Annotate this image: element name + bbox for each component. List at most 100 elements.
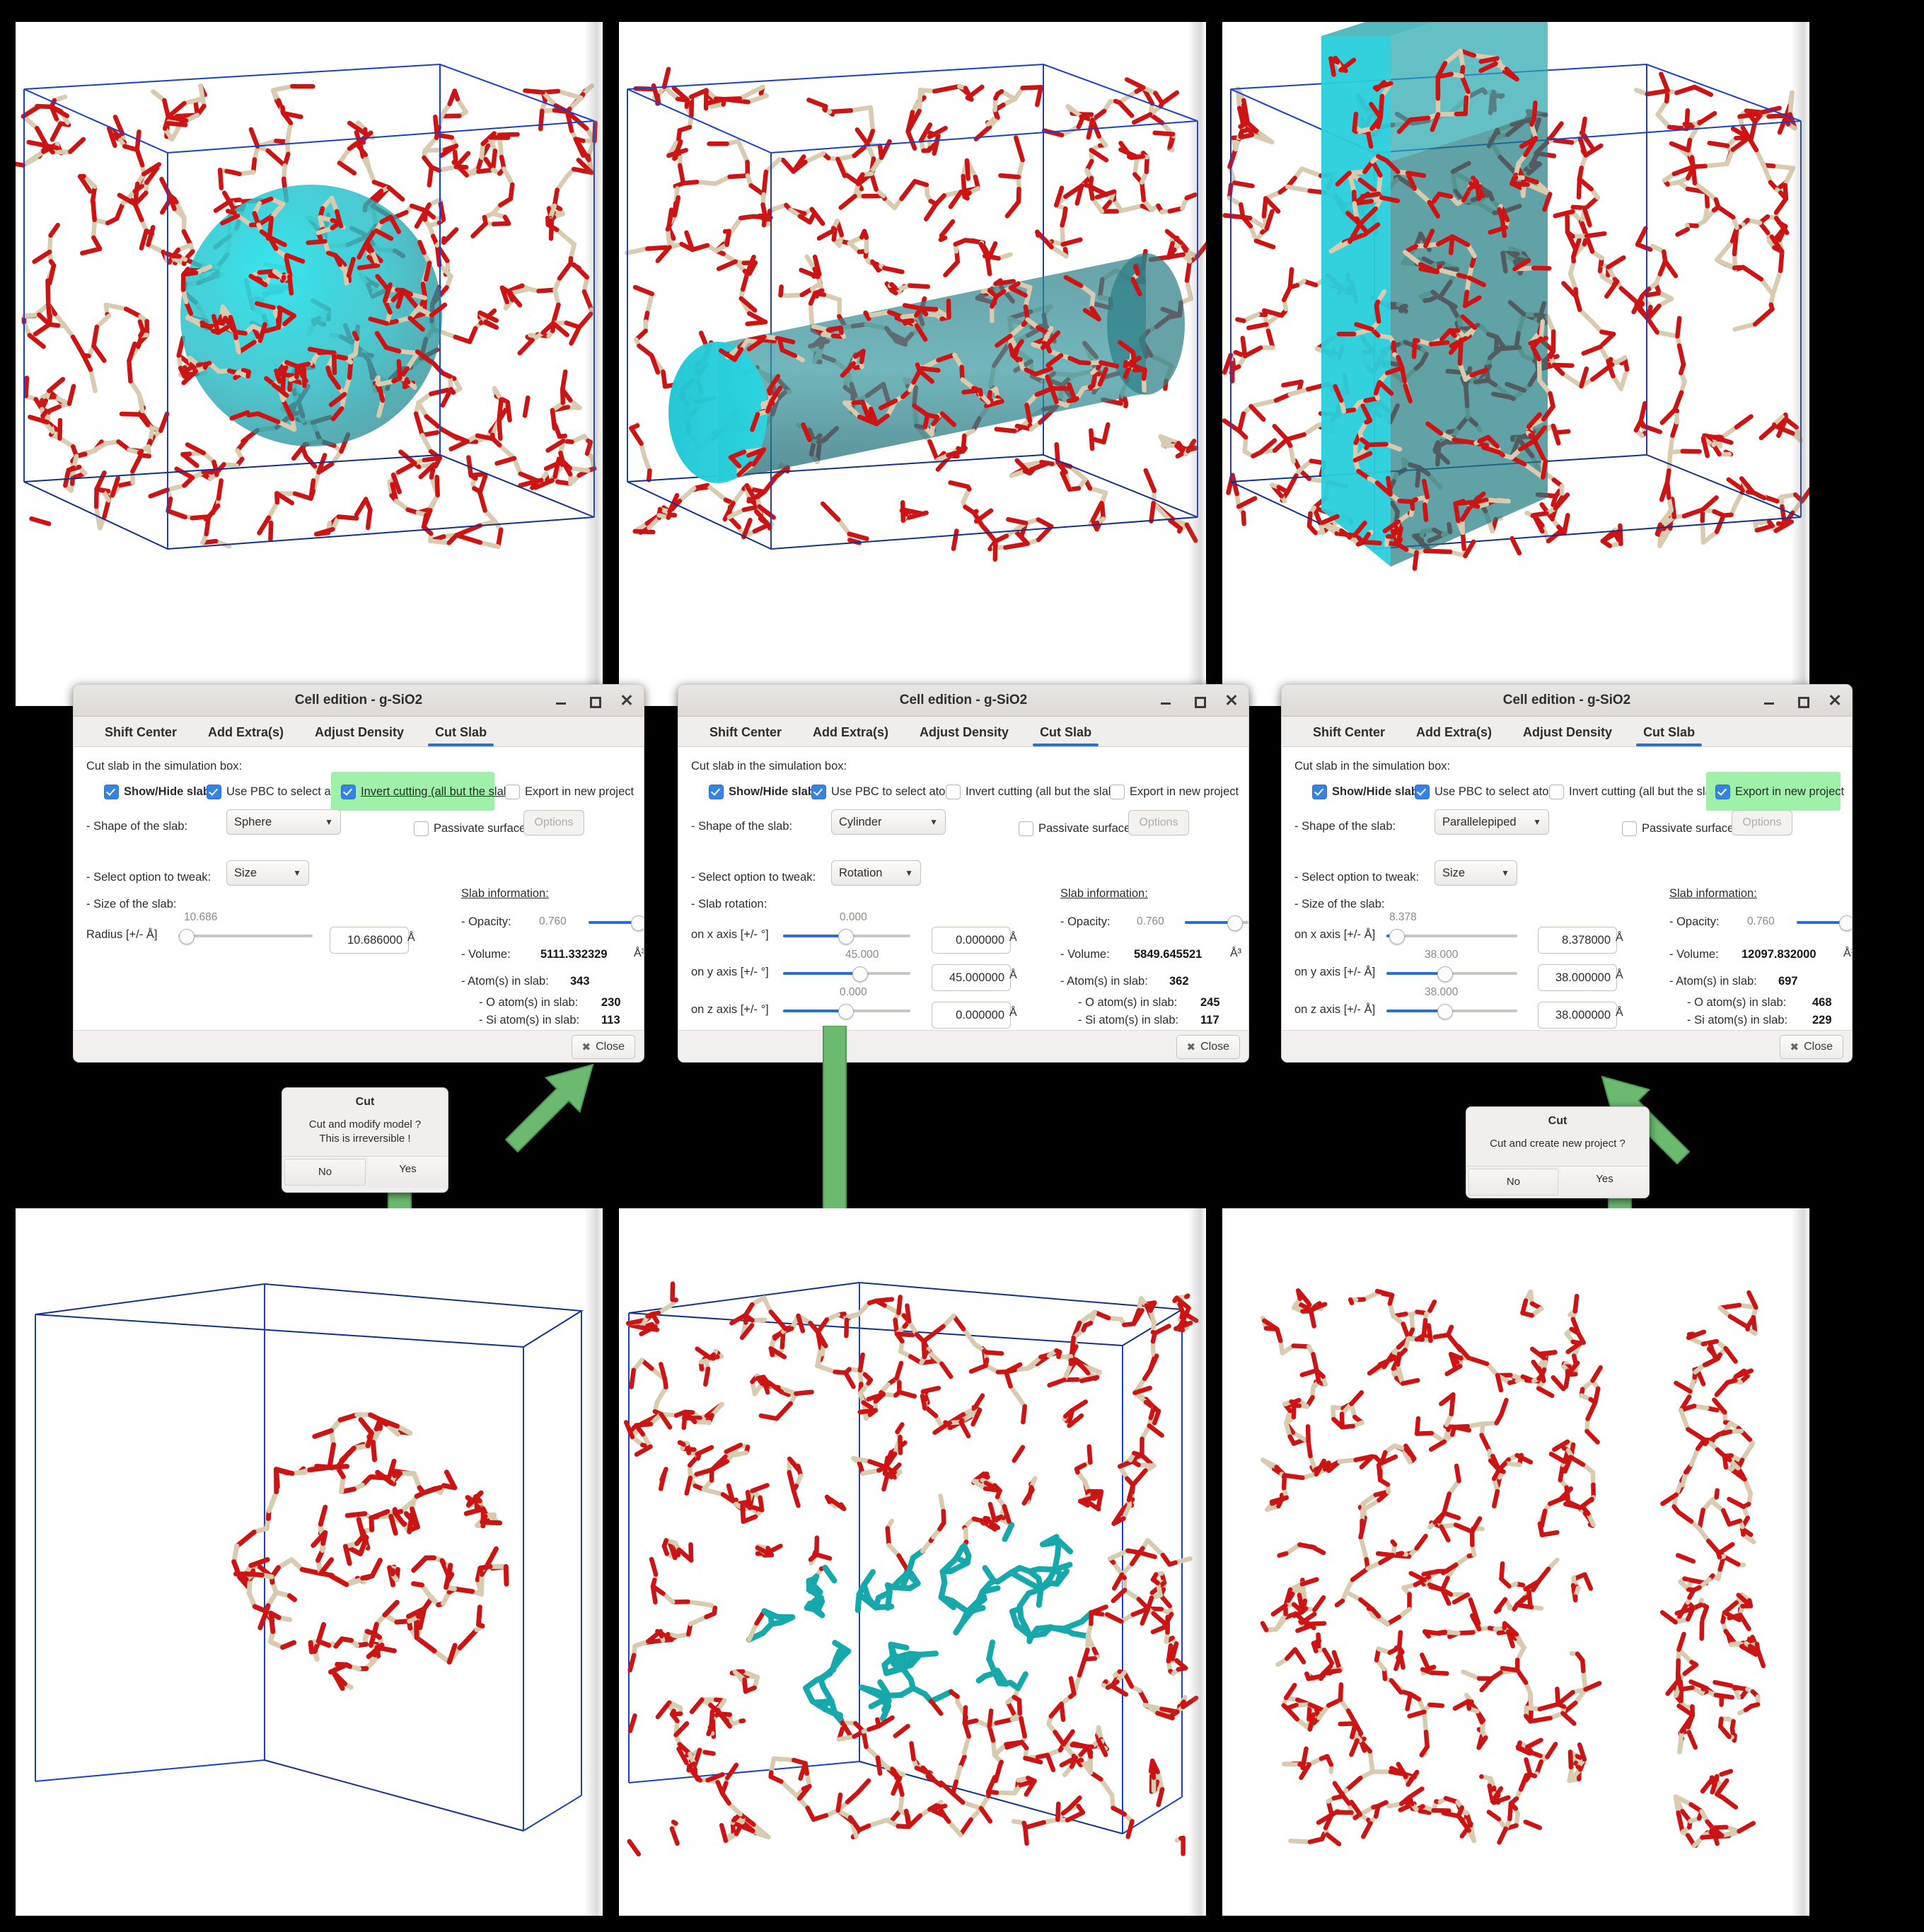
shape-select[interactable]: Cylinder ▼ xyxy=(831,809,946,835)
checkbox-export-new-project[interactable]: Export in new project xyxy=(505,785,634,799)
checkbox-show-hide-slab[interactable]: Show/Hide slab xyxy=(1312,785,1418,799)
checkbox-invert-cutting[interactable]: Invert cutting (all but the slab) xyxy=(341,785,514,799)
options-button[interactable]: Options xyxy=(523,810,584,835)
checkbox-export-new-project[interactable]: Export in new project xyxy=(1110,785,1239,799)
size-y-slider[interactable] xyxy=(1386,966,1517,982)
tab-add-extras[interactable]: Add Extra(s) xyxy=(1401,725,1507,746)
rot-y-slider[interactable] xyxy=(783,966,910,982)
titlebar[interactable]: Cell edition - g-SiO2 xyxy=(678,685,1248,717)
tab-adjust-density[interactable]: Adjust Density xyxy=(299,725,419,746)
slider-knob[interactable] xyxy=(179,929,195,944)
checkbox-invert-cutting[interactable]: Invert cutting (all but the slab) xyxy=(946,785,1118,799)
render-canvas-cylinder[interactable] xyxy=(619,22,1206,706)
viewport-top-left[interactable] xyxy=(16,22,603,706)
rot-x-input[interactable]: 0.000000 xyxy=(932,927,1011,954)
maximize-icon[interactable] xyxy=(1795,693,1809,708)
radius-slider[interactable] xyxy=(178,929,313,944)
tab-cut-slab[interactable]: Cut Slab xyxy=(1024,725,1107,746)
checkbox-show-hide-slab[interactable]: Show/Hide slab xyxy=(709,785,815,799)
options-button[interactable]: Options xyxy=(1732,810,1792,835)
slider-knob[interactable] xyxy=(631,915,644,931)
tweak-select[interactable]: Size ▼ xyxy=(226,860,309,886)
close-icon[interactable] xyxy=(1224,693,1239,707)
render-canvas-sphere[interactable] xyxy=(16,22,603,706)
rot-y-input[interactable]: 45.000000 xyxy=(932,964,1011,991)
size-z-input[interactable]: 38.000000 xyxy=(1538,1002,1617,1029)
maximize-icon[interactable] xyxy=(587,693,601,708)
slider-knob[interactable] xyxy=(838,1004,854,1019)
tweak-select[interactable]: Size ▼ xyxy=(1435,860,1517,886)
tab-shift-center[interactable]: Shift Center xyxy=(694,725,797,746)
close-icon[interactable] xyxy=(620,693,634,707)
tabbar[interactable]: Shift Center Add Extra(s) Adjust Density… xyxy=(678,717,1248,747)
minimize-icon[interactable] xyxy=(1159,693,1173,707)
cell-edition-dialog-parallelepiped[interactable]: Cell edition - g-SiO2 Shift Center Add E… xyxy=(1281,684,1853,1063)
rot-x-slider[interactable] xyxy=(783,929,910,944)
confirm-yes-button[interactable]: Yes xyxy=(1560,1167,1649,1198)
render-canvas-sphere-result[interactable] xyxy=(16,1208,603,1916)
tabbar[interactable]: Shift Center Add Extra(s) Adjust Density… xyxy=(74,717,644,747)
tab-add-extras[interactable]: Add Extra(s) xyxy=(192,725,299,746)
size-y-input[interactable]: 38.000000 xyxy=(1538,964,1617,991)
shape-select[interactable]: Parallelepiped ▼ xyxy=(1435,809,1549,835)
slider-knob[interactable] xyxy=(838,929,854,944)
close-button[interactable]: ✖ Close xyxy=(1176,1035,1240,1059)
tab-cut-slab[interactable]: Cut Slab xyxy=(1628,725,1710,746)
tab-shift-center[interactable]: Shift Center xyxy=(89,725,192,746)
radius-input[interactable]: 10.686000 xyxy=(330,927,409,954)
render-canvas-parallelepiped-result[interactable] xyxy=(1222,1208,1809,1916)
shape-select[interactable]: Sphere ▼ xyxy=(226,809,341,835)
tab-adjust-density[interactable]: Adjust Density xyxy=(904,725,1024,746)
rot-z-slider[interactable] xyxy=(783,1004,910,1019)
tab-cut-slab[interactable]: Cut Slab xyxy=(419,725,502,746)
checkbox-passivate-surface[interactable]: Passivate surface xyxy=(1622,821,1734,836)
checkbox-invert-cutting[interactable]: Invert cutting (all but the slab) xyxy=(1549,785,1722,799)
checkbox-show-hide-slab[interactable]: Show/Hide slab xyxy=(104,785,210,799)
cell-edition-dialog-cylinder[interactable]: Cell edition - g-SiO2 Shift Center Add E… xyxy=(678,684,1249,1063)
checkbox-passivate-surface[interactable]: Passivate surface xyxy=(1019,821,1130,836)
slider-knob[interactable] xyxy=(1389,929,1405,944)
tab-shift-center[interactable]: Shift Center xyxy=(1297,725,1401,746)
maximize-icon[interactable] xyxy=(1192,693,1206,708)
viewport-bottom-mid[interactable] xyxy=(619,1208,1206,1916)
minimize-icon[interactable] xyxy=(1763,693,1777,707)
tab-add-extras[interactable]: Add Extra(s) xyxy=(797,725,904,746)
options-button[interactable]: Options xyxy=(1128,810,1189,835)
slider-knob[interactable] xyxy=(1437,1004,1453,1019)
titlebar[interactable]: Cell edition - g-SiO2 xyxy=(1282,685,1852,717)
checkbox-passivate-surface[interactable]: Passivate surface xyxy=(414,821,526,836)
minimize-icon[interactable] xyxy=(555,693,569,707)
rot-z-input[interactable]: 0.000000 xyxy=(932,1002,1011,1029)
tab-adjust-density[interactable]: Adjust Density xyxy=(1507,725,1628,746)
viewport-bottom-left[interactable] xyxy=(16,1208,603,1916)
confirm-dialog-cut-modify[interactable]: Cut Cut and modify model ? This is irrev… xyxy=(282,1087,448,1193)
checkbox-use-pbc[interactable]: Use PBC to select atoms xyxy=(811,785,961,799)
confirm-dialog-cut-new-project[interactable]: Cut Cut and create new project ? No Yes xyxy=(1466,1106,1650,1198)
size-x-input[interactable]: 8.378000 xyxy=(1538,927,1617,954)
checkbox-export-new-project[interactable]: Export in new project xyxy=(1715,785,1844,799)
opacity-slider[interactable] xyxy=(1185,915,1248,931)
slider-knob[interactable] xyxy=(852,966,868,982)
slider-knob[interactable] xyxy=(1839,915,1852,931)
tabbar[interactable]: Shift Center Add Extra(s) Adjust Density… xyxy=(1282,717,1852,747)
cell-edition-dialog-sphere[interactable]: Cell edition - g-SiO2 Shift Center Add E… xyxy=(73,684,644,1063)
titlebar[interactable]: Cell edition - g-SiO2 xyxy=(74,685,644,717)
render-canvas-parallelepiped[interactable] xyxy=(1222,22,1809,706)
opacity-slider[interactable] xyxy=(589,915,644,931)
tweak-select[interactable]: Rotation ▼ xyxy=(831,860,921,886)
viewport-bottom-right[interactable] xyxy=(1222,1208,1809,1916)
confirm-yes-button[interactable]: Yes xyxy=(368,1156,448,1188)
render-canvas-cylinder-result[interactable] xyxy=(619,1208,1206,1916)
confirm-no-button[interactable]: No xyxy=(284,1158,366,1186)
size-x-slider[interactable] xyxy=(1386,929,1517,944)
viewport-top-mid[interactable] xyxy=(619,22,1206,706)
slider-knob[interactable] xyxy=(1437,966,1453,982)
checkbox-use-pbc[interactable]: Use PBC to select atoms xyxy=(1415,785,1564,799)
close-icon[interactable] xyxy=(1828,693,1842,707)
slider-knob[interactable] xyxy=(1227,915,1243,931)
close-button[interactable]: ✖ Close xyxy=(1779,1035,1843,1059)
viewport-top-right[interactable] xyxy=(1222,22,1809,706)
confirm-no-button[interactable]: No xyxy=(1468,1169,1558,1196)
size-z-slider[interactable] xyxy=(1386,1004,1517,1019)
opacity-slider[interactable] xyxy=(1797,915,1852,931)
